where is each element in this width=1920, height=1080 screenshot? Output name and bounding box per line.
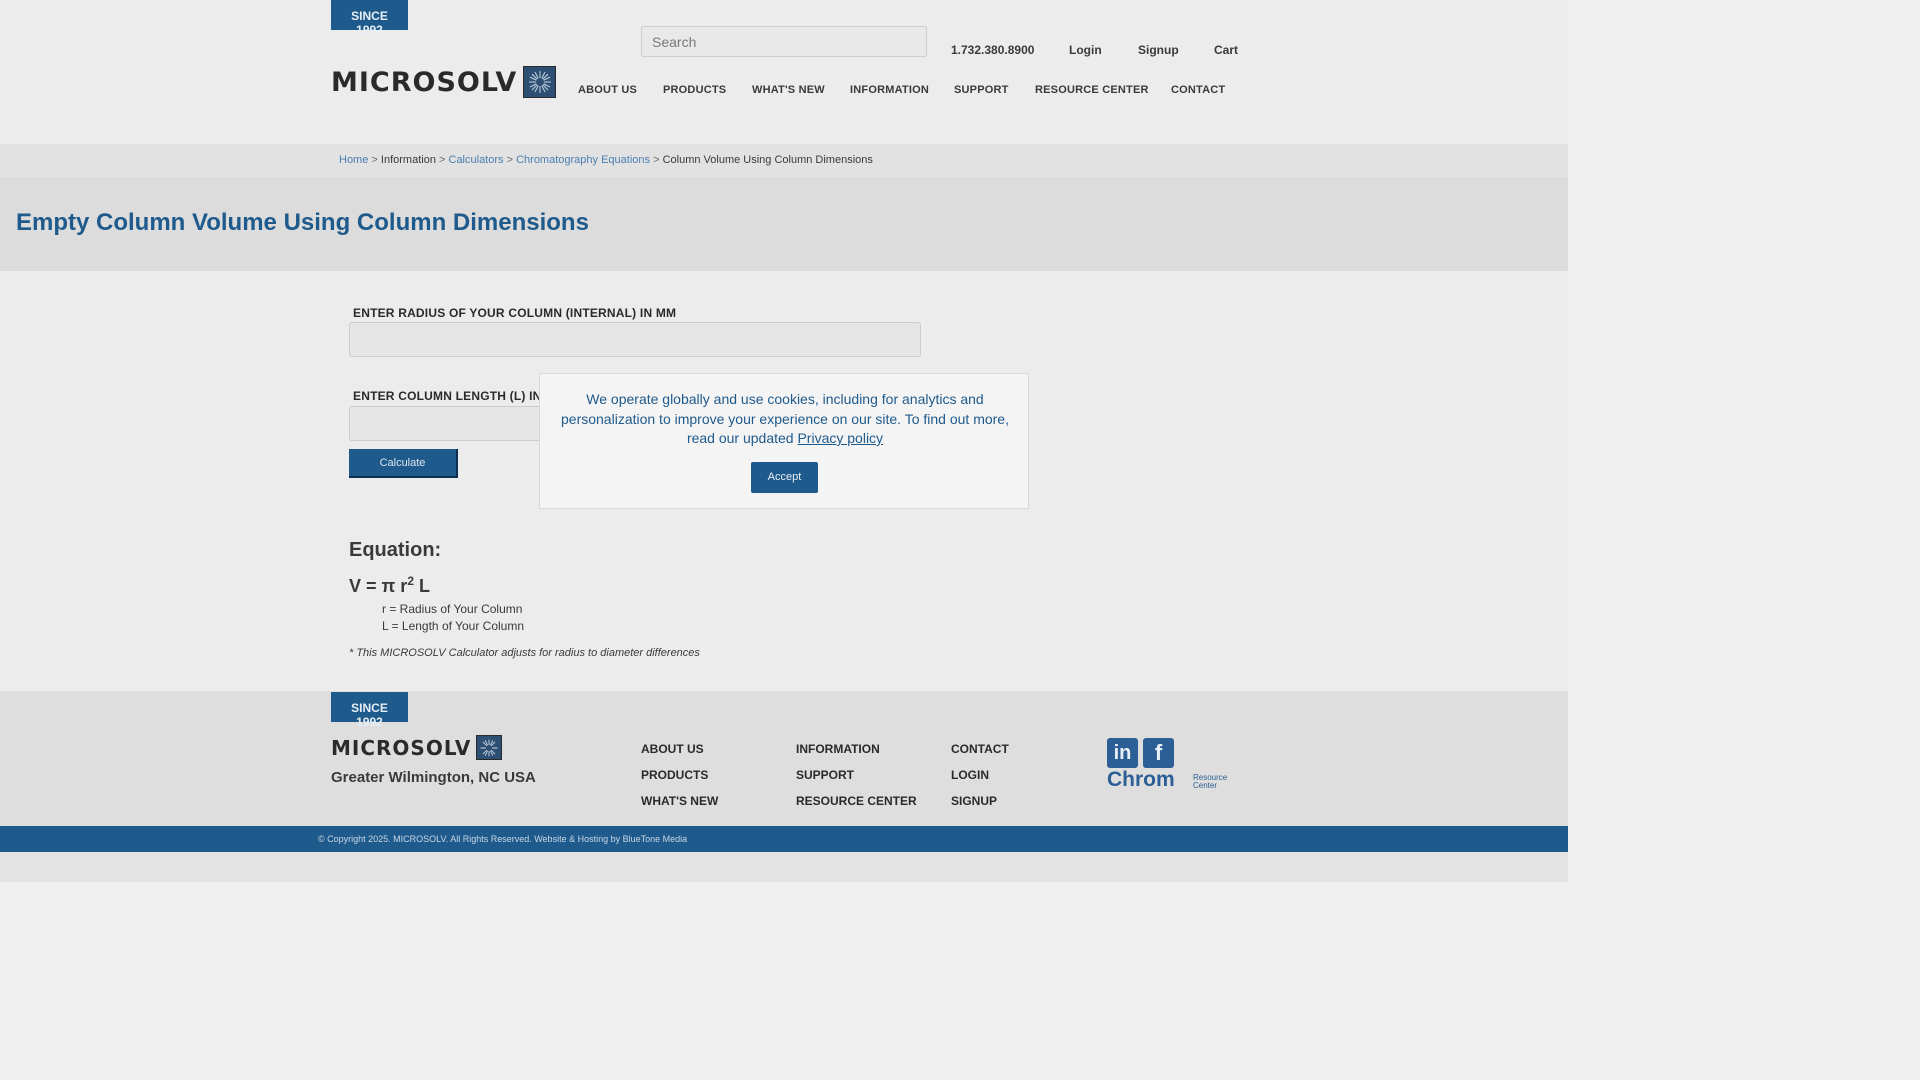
nav-about-us[interactable]: ABOUT US <box>578 84 637 96</box>
page-title: Empty Column Volume Using Column Dimensi… <box>16 209 589 236</box>
nav-resource-center[interactable]: RESOURCE CENTER <box>1035 84 1149 96</box>
breadcrumb-separator: > <box>439 154 446 166</box>
radius-input[interactable] <box>349 322 921 357</box>
copyright-bar <box>0 826 1568 852</box>
search-input[interactable]: Search <box>641 26 927 57</box>
nav-products[interactable]: PRODUCTS <box>663 84 726 96</box>
nav-information[interactable]: INFORMATION <box>850 84 929 96</box>
chrom-caption-line2: Center <box>1193 781 1218 790</box>
calculator-note: * This MICROSOLV Calculator adjusts for … <box>349 647 700 659</box>
logo-sunburst-icon <box>523 66 557 98</box>
footer-login[interactable]: LOGIN <box>951 768 989 782</box>
footer-products[interactable]: PRODUCTS <box>641 768 708 782</box>
site-header <box>0 0 1568 144</box>
breadcrumb-information: Information <box>380 154 436 166</box>
nav-support[interactable]: SUPPORT <box>954 84 1009 96</box>
bottom-strip <box>0 852 1568 882</box>
radius-label: ENTER RADIUS OF YOUR COLUMN (INTERNAL) I… <box>353 306 677 320</box>
breadcrumb-calculators[interactable]: Calculators <box>449 154 504 166</box>
cart-link[interactable]: Cart <box>1214 43 1238 57</box>
accept-cookies-button[interactable]: Accept <box>751 462 818 493</box>
equation-formula: V = π r2 L <box>349 574 430 597</box>
login-link[interactable]: Login <box>1069 43 1102 57</box>
chrom-resource-center-logo[interactable]: Chrom <box>1107 768 1175 792</box>
breadcrumb: Home > Information > Calculators > Chrom… <box>339 154 873 166</box>
footer-since-badge: SINCE 1992 <box>331 692 408 729</box>
since-badge: SINCE 1992 <box>331 0 408 37</box>
calculate-button[interactable]: Calculate <box>349 449 458 478</box>
footer-contact[interactable]: CONTACT <box>951 742 1009 756</box>
footer-information[interactable]: INFORMATION <box>796 742 880 756</box>
footer-logo-sunburst-icon <box>476 735 503 760</box>
footer-logo[interactable]: MICROSOLV <box>331 735 503 760</box>
chrom-resource-center-caption: Resource Center <box>1193 774 1227 790</box>
breadcrumb-chromatography-equations[interactable]: Chromatography Equations <box>516 154 650 166</box>
breadcrumb-home[interactable]: Home <box>339 154 368 166</box>
formula-suffix: L <box>414 576 430 596</box>
footer-about-us[interactable]: ABOUT US <box>641 742 704 756</box>
radius-definition: r = Radius of Your Column <box>382 602 523 616</box>
breadcrumb-separator: > <box>653 154 660 166</box>
footer-whats-new[interactable]: WHAT'S NEW <box>641 794 718 808</box>
breadcrumb-separator: > <box>371 154 378 166</box>
privacy-policy-link[interactable]: Privacy policy <box>797 430 883 446</box>
linkedin-icon[interactable]: in <box>1107 738 1138 768</box>
cookie-message-text: We operate globally and use cookies, inc… <box>561 391 1009 446</box>
footer-support[interactable]: SUPPORT <box>796 768 854 782</box>
copyright-text: © Copyright 2025. MICROSOLV. All Rights … <box>318 834 688 844</box>
nav-contact[interactable]: CONTACT <box>1171 84 1225 96</box>
cookie-consent-dialog: We operate globally and use cookies, inc… <box>539 373 1029 509</box>
cookie-message: We operate globally and use cookies, inc… <box>558 390 1012 449</box>
site-logo[interactable]: MICROSOLV <box>331 66 557 98</box>
length-label: ENTER COLUMN LENGTH (L) IN MM <box>353 389 566 403</box>
phone-link[interactable]: 1.732.380.8900 <box>951 43 1034 57</box>
nav-whats-new[interactable]: WHAT'S NEW <box>752 84 825 96</box>
signup-link[interactable]: Signup <box>1138 43 1179 57</box>
breadcrumb-separator: > <box>506 154 514 166</box>
formula-exponent: 2 <box>407 574 414 588</box>
logo-wordmark: MICROSOLV <box>331 66 518 98</box>
footer-resource-center[interactable]: RESOURCE CENTER <box>796 794 917 808</box>
equation-heading: Equation: <box>349 539 442 561</box>
breadcrumb-current: Column Volume Using Column Dimensions <box>662 154 873 166</box>
footer-location: Greater Wilmington, NC USA <box>331 769 536 786</box>
site-footer <box>0 691 1568 826</box>
formula-prefix: V = π r <box>349 576 408 596</box>
length-definition: L = Length of Your Column <box>382 619 524 633</box>
footer-signup[interactable]: SIGNUP <box>951 794 997 808</box>
footer-logo-wordmark: MICROSOLV <box>331 735 472 760</box>
page: SINCE 1992 MICROSOLV Search 1.732.380.89… <box>0 0 1568 882</box>
facebook-icon[interactable]: f <box>1143 738 1174 768</box>
